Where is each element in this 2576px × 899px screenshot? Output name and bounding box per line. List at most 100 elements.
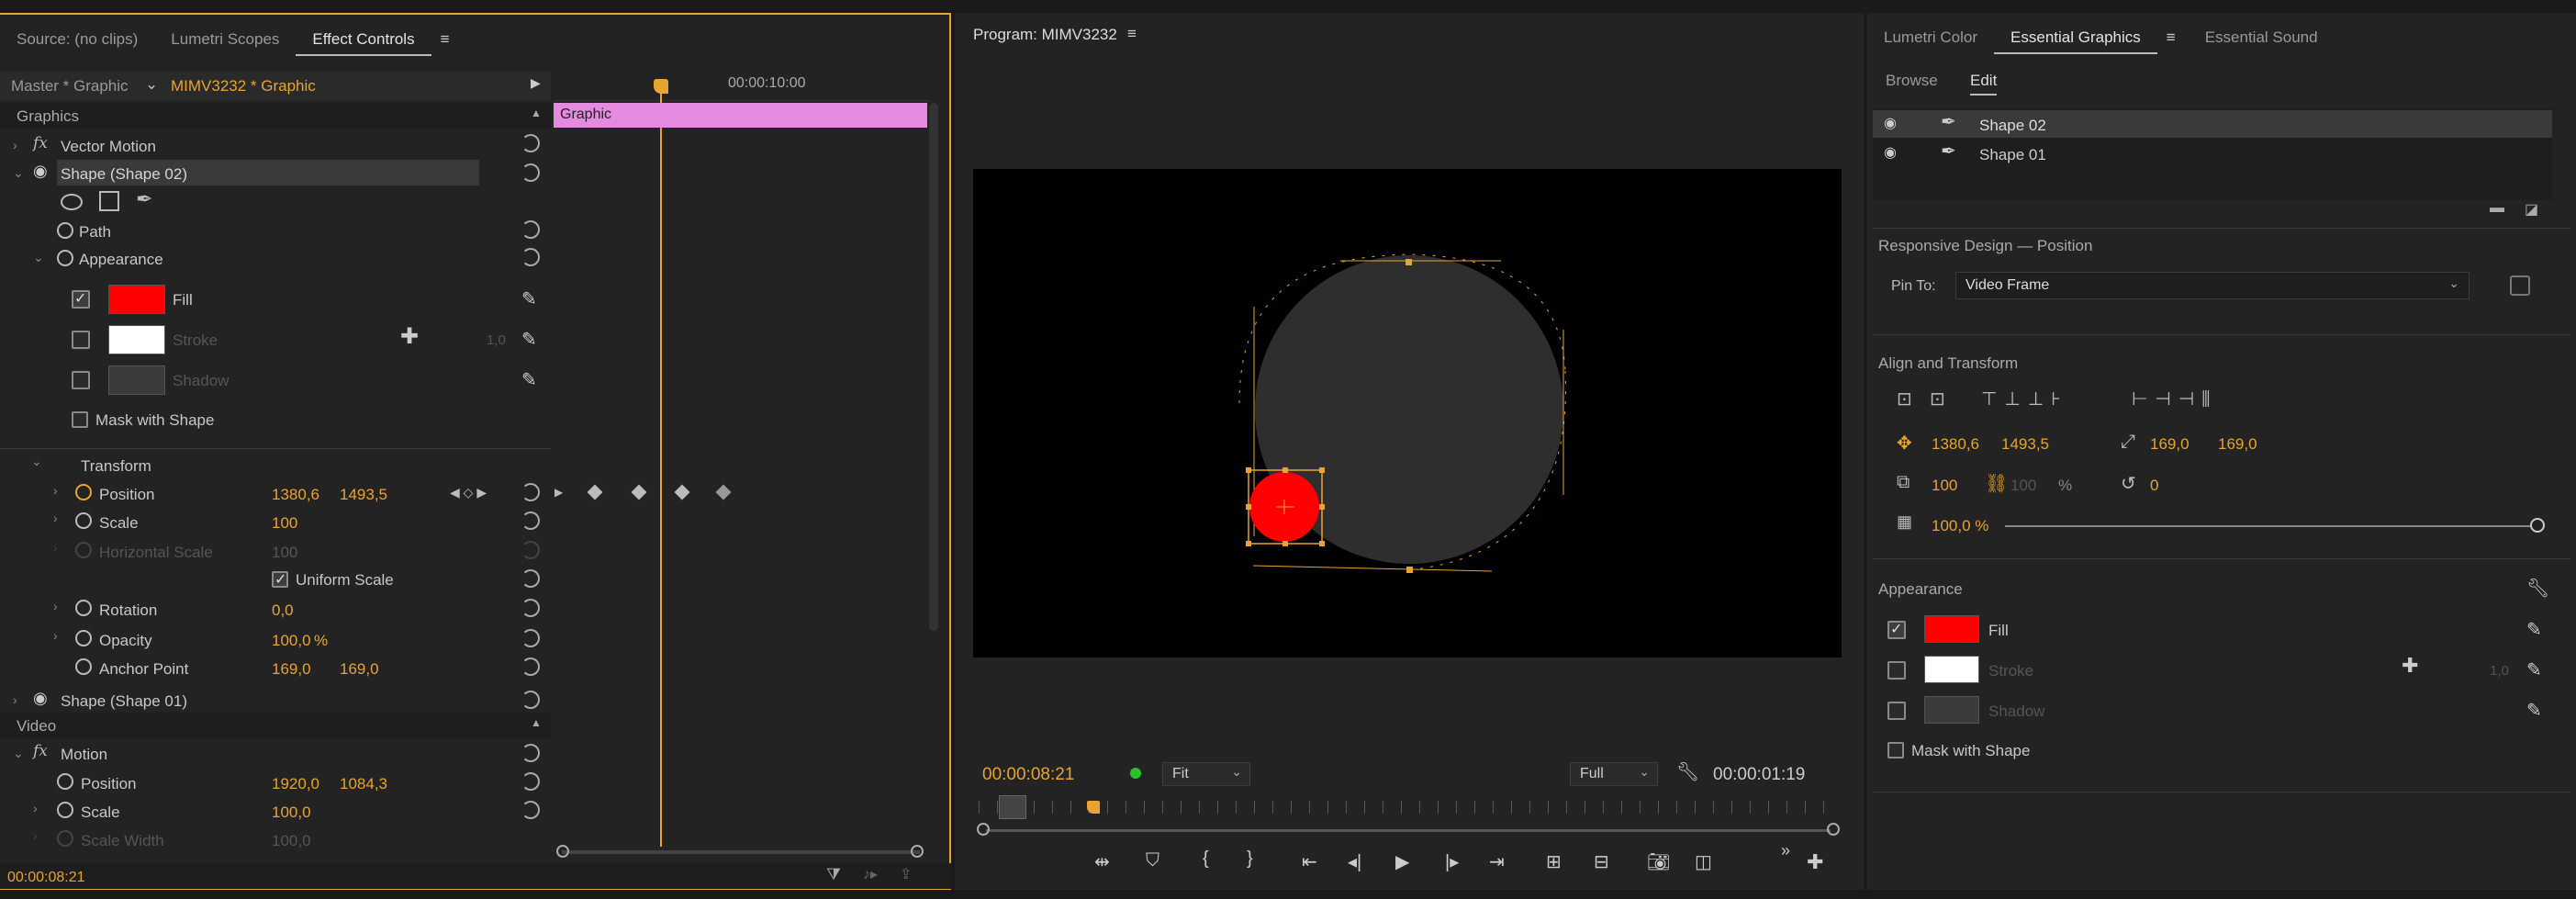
- comparison-view-icon[interactable]: ◫: [1695, 850, 1712, 873]
- program-menu-icon[interactable]: ≡: [1127, 25, 1137, 43]
- reset-scale-icon[interactable]: [521, 511, 540, 530]
- stroke-eyedropper-icon[interactable]: ✎: [521, 328, 537, 351]
- new-layer-icon[interactable]: ◪: [2525, 200, 2538, 219]
- settings-wrench-icon[interactable]: 🔧︎: [1676, 760, 1699, 783]
- reset-shape01-icon[interactable]: [521, 691, 540, 709]
- fill-checkbox[interactable]: [72, 289, 90, 309]
- path-stopwatch-icon[interactable]: [57, 222, 73, 239]
- opacity-slider-track[interactable]: [2005, 525, 2537, 527]
- anchor-y-value[interactable]: 169,0: [340, 660, 379, 679]
- mini-timeline-ruler[interactable]: [979, 801, 1832, 814]
- layer-shape01-label[interactable]: Shape 01: [1979, 146, 2046, 164]
- appearance-chevron[interactable]: ⌄: [33, 250, 44, 265]
- rotation-value[interactable]: 0,0: [272, 601, 294, 620]
- collapse-up-icon[interactable]: ▲: [531, 107, 542, 119]
- shape02-label[interactable]: Shape (Shape 02): [61, 165, 187, 184]
- mini-timeline-range[interactable]: [999, 795, 1026, 819]
- fit-dropdown[interactable]: Fit ⌄: [1162, 762, 1250, 786]
- tab-lumetri-color[interactable]: Lumetri Color: [1867, 28, 1994, 47]
- bbox-handle-tr[interactable]: [1319, 467, 1325, 473]
- appearance-wrench-icon[interactable]: 🔧︎: [2526, 577, 2549, 600]
- opacity-slider-thumb[interactable]: [2530, 518, 2545, 533]
- mini-zoom-right-handle[interactable]: [1827, 823, 1840, 836]
- layer-eye-icon[interactable]: ◉: [1884, 114, 1897, 132]
- position-y-value[interactable]: 1493,5: [340, 486, 387, 504]
- shadow-swatch[interactable]: [108, 365, 165, 395]
- tab-essential-graphics[interactable]: Essential Graphics: [1994, 21, 2157, 54]
- subtab-edit[interactable]: Edit: [1970, 72, 1998, 96]
- tab-source[interactable]: Source: (no clips): [0, 30, 154, 49]
- scale-chevron[interactable]: ›: [53, 511, 58, 525]
- reset-anchor-icon[interactable]: [521, 657, 540, 676]
- rectangle-tool-icon[interactable]: [99, 191, 119, 211]
- eye-icon[interactable]: ◉: [33, 162, 48, 181]
- align-to-selection-icon[interactable]: ⊡: [1930, 388, 1945, 410]
- eg-shadow-swatch[interactable]: [1924, 696, 1979, 724]
- clip-label[interactable]: MIMV3232 * Graphic: [171, 77, 316, 96]
- zoom-handle-right[interactable]: [911, 845, 924, 858]
- zoom-handle-left[interactable]: [556, 845, 569, 858]
- mini-zoom-bar[interactable]: [986, 829, 1831, 832]
- more-controls-icon[interactable]: »: [1781, 841, 1790, 860]
- go-to-in-icon[interactable]: ⇤: [1302, 850, 1317, 873]
- align-horizontal-icons[interactable]: ⊢⊣⊣⫼: [2132, 388, 2217, 410]
- bbox-handle-tl[interactable]: [1246, 467, 1251, 473]
- reset-uniform-scale-icon[interactable]: [521, 569, 540, 588]
- scale-value[interactable]: 100: [272, 514, 297, 533]
- handle-top[interactable]: [1406, 259, 1412, 265]
- scrollbar[interactable]: [929, 103, 938, 631]
- position-chevron[interactable]: ›: [53, 483, 58, 498]
- export-frame-icon[interactable]: 📷︎: [1647, 850, 1670, 873]
- eg-position-x[interactable]: 1380,6: [1932, 435, 1979, 454]
- rotation-chevron[interactable]: ›: [53, 599, 58, 613]
- transform-chevron[interactable]: ⌄: [31, 454, 42, 469]
- canvas-overlay[interactable]: [973, 169, 1842, 657]
- eg-stroke-swatch[interactable]: [1924, 656, 1979, 683]
- quality-dropdown[interactable]: Full ⌄: [1570, 762, 1658, 786]
- eg-anchor-y[interactable]: 169,0: [2218, 435, 2257, 454]
- shadow-checkbox[interactable]: [72, 371, 90, 389]
- shape01-eye-icon[interactable]: ◉: [33, 689, 48, 708]
- step-forward-icon[interactable]: |▸: [1445, 850, 1459, 873]
- reset-motion-scale-icon[interactable]: [521, 801, 540, 819]
- program-timecode[interactable]: 00:00:08:21: [982, 765, 1074, 785]
- eg-opacity[interactable]: 100,0 %: [1932, 517, 1988, 535]
- shape01-chevron[interactable]: ›: [13, 692, 17, 707]
- anchor-stopwatch-icon[interactable]: [75, 658, 92, 675]
- motion-label[interactable]: Motion: [61, 746, 107, 764]
- anchor-x-value[interactable]: 169,0: [272, 660, 311, 679]
- extract-icon[interactable]: ⊟: [1594, 850, 1609, 873]
- filter-icon[interactable]: ⧩: [826, 865, 841, 884]
- eg-mask-with-shape-checkbox[interactable]: [1887, 742, 1904, 759]
- eg-scale[interactable]: 100: [1932, 477, 1957, 495]
- appearance-stopwatch-icon[interactable]: [57, 250, 73, 266]
- eg-shadow-eyedropper-icon[interactable]: ✎: [2526, 699, 2542, 722]
- clip-dropdown-icon[interactable]: ⌄: [145, 75, 158, 94]
- subtab-browse[interactable]: Browse: [1886, 72, 1938, 90]
- reset-opacity-icon[interactable]: [521, 629, 540, 647]
- pin-to-dropdown[interactable]: Video Frame ⌄: [1955, 272, 2470, 299]
- eg-fill-eyedropper-icon[interactable]: ✎: [2526, 618, 2542, 641]
- tab-essential-sound[interactable]: Essential Sound: [2189, 28, 2335, 47]
- reset-shape02-icon[interactable]: [521, 163, 540, 182]
- eg-add-stroke-icon[interactable]: ✚: [2402, 654, 2418, 678]
- mini-zoom-left-handle[interactable]: [977, 823, 990, 836]
- reset-motion-icon[interactable]: [521, 744, 540, 762]
- motion-position-stopwatch-icon[interactable]: [57, 773, 73, 790]
- button-editor-icon[interactable]: ✚: [1807, 850, 1823, 874]
- mini-playhead-marker[interactable]: [1087, 801, 1100, 814]
- ellipse-tool-icon[interactable]: [61, 194, 83, 210]
- scale-stopwatch-icon[interactable]: [75, 512, 92, 529]
- position-stopwatch-icon[interactable]: [75, 484, 92, 500]
- uniform-scale-checkbox[interactable]: [272, 570, 288, 589]
- opacity-chevron[interactable]: ›: [53, 628, 58, 643]
- play-icon[interactable]: ▶: [1395, 850, 1409, 873]
- shape01-label[interactable]: Shape (Shape 01): [61, 692, 187, 711]
- reset-rotation-icon[interactable]: [521, 599, 540, 617]
- add-stroke-icon[interactable]: ✚: [400, 323, 419, 350]
- new-group-icon[interactable]: ▬: [2490, 200, 2504, 217]
- tab-lumetri-scopes[interactable]: Lumetri Scopes: [154, 30, 296, 49]
- eg-fill-checkbox[interactable]: [1887, 620, 1906, 639]
- eg-shadow-checkbox[interactable]: [1887, 702, 1906, 720]
- layer-row-shape02[interactable]: [1873, 110, 2552, 138]
